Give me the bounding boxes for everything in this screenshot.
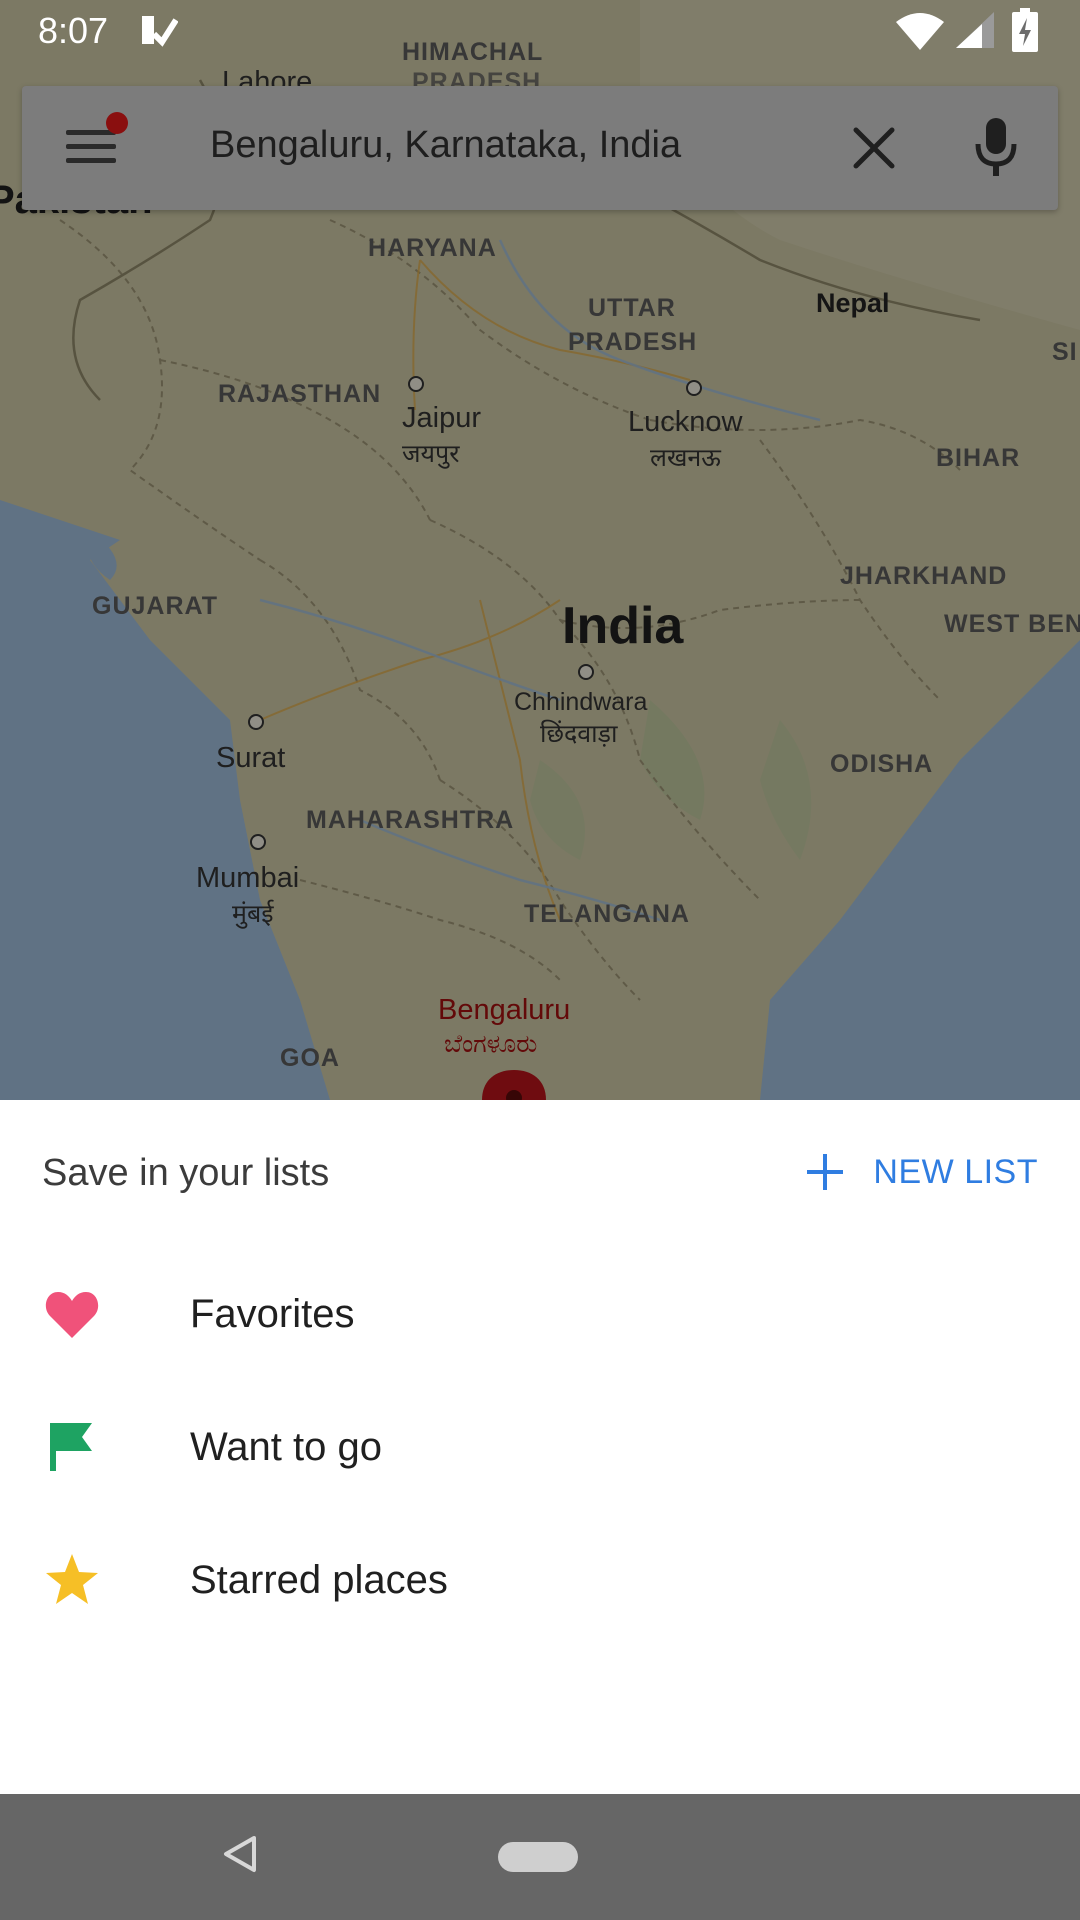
microphone-icon[interactable] — [970, 116, 1022, 180]
new-list-button[interactable]: NEW LIST — [807, 1148, 1038, 1196]
new-list-label: NEW LIST — [873, 1152, 1038, 1191]
close-icon[interactable] — [848, 122, 900, 174]
home-pill-icon[interactable] — [498, 1842, 578, 1872]
status-time: 8:07 — [38, 10, 109, 51]
wifi-icon — [896, 13, 944, 50]
battery-charging-icon — [1012, 8, 1038, 52]
list-item-want-to-go[interactable]: Want to go — [0, 1381, 1080, 1513]
status-bar: 8:07 — [0, 0, 1080, 64]
list-item-label: Favorites — [190, 1292, 355, 1336]
list-item-label: Starred places — [190, 1558, 448, 1602]
star-icon — [46, 1554, 98, 1604]
search-input[interactable]: Bengaluru, Karnataka, India — [210, 124, 681, 167]
list-item-starred-places[interactable]: Starred places — [0, 1514, 1080, 1646]
list-item-label: Want to go — [190, 1425, 382, 1469]
back-triangle-icon[interactable] — [222, 1834, 258, 1874]
search-bar: Bengaluru, Karnataka, India — [22, 86, 1058, 210]
menu-notification-badge — [106, 112, 128, 134]
app-notification-icon — [142, 16, 178, 47]
cell-signal-icon — [956, 12, 994, 48]
plus-icon — [807, 1154, 844, 1190]
system-nav-bar — [0, 1794, 1080, 1920]
flag-icon — [50, 1423, 92, 1471]
save-lists-sheet: Save in your lists NEW LIST Favorites Wa… — [0, 1100, 1080, 1794]
heart-icon — [45, 1292, 99, 1338]
list-item-favorites[interactable]: Favorites — [0, 1248, 1080, 1380]
sheet-title: Save in your lists — [42, 1152, 330, 1194]
